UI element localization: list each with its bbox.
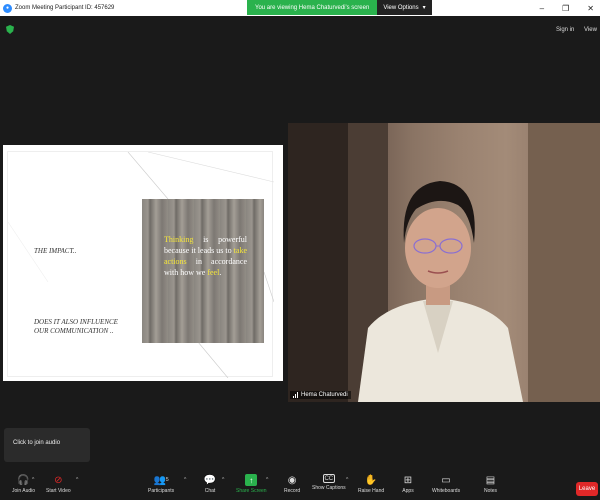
sign-in-link[interactable]: Sign in [556,27,574,33]
participants-label: Participants [148,488,175,494]
apps-button[interactable]: ⊞ Apps [402,474,414,495]
participant-video-frame [288,123,600,402]
signal-bars-icon [293,392,298,398]
show-captions-button[interactable]: CC Show Captions [312,474,346,491]
apps-label: Apps [402,488,414,494]
shared-screen: THE IMPACT.. DOES IT ALSO INFLUENCE OUR … [3,145,283,381]
captions-options-caret[interactable]: ^ [346,477,348,483]
notes-button[interactable]: ▤ Notes [484,474,498,495]
participants-options-caret[interactable]: ^ [184,477,186,483]
window-title: Zoom Meeting Participant ID: 457629 [15,5,115,11]
slide: THE IMPACT.. DOES IT ALSO INFLUENCE OUR … [7,151,274,378]
whiteboard-icon: ▭ [441,474,451,486]
record-button[interactable]: ◉ Record [284,474,301,495]
meeting-topbar: Sign in View [0,16,600,44]
close-icon[interactable]: ✕ [587,4,594,13]
participants-icon: 👥 5 [153,474,169,486]
participant-video[interactable] [288,123,600,402]
quote-word-thinking: Thinking [164,235,194,244]
viewing-screen-text: You are viewing Hema Chaturvedi's screen [247,0,378,15]
start-video-label: Start Video [46,488,71,494]
meeting-toolbar: 🎧 Join Audio ^ ⊘ Start Video ^ 👥 5 Partic… [0,470,600,500]
window-controls: – ❐ ✕ [540,0,594,16]
chat-label: Chat [204,488,216,494]
participant-name-label: Hema Chaturvedi [290,391,351,399]
leave-button[interactable]: Leave [576,482,598,496]
share-screen-label: Share Screen [236,488,267,494]
share-screen-icon: ↑ [245,474,258,486]
influence-line-1: DOES IT ALSO INFLUENCE [34,318,118,326]
view-options-label: View Options [383,4,419,11]
record-icon: ◉ [287,474,297,486]
show-captions-label: Show Captions [312,485,346,491]
join-audio-tooltip: Click to join audio [4,428,90,462]
share-options-caret[interactable]: ^ [266,477,268,483]
shield-icon[interactable] [6,25,14,34]
participants-button[interactable]: 👥 5 Participants [148,474,175,495]
participants-count: 5 [165,477,169,483]
share-screen-button[interactable]: ↑ Share Screen [236,474,267,494]
tooltip-text: Click to join audio [13,440,61,446]
whiteboards-label: Whiteboards [432,488,461,494]
start-video-button[interactable]: ⊘ Start Video [46,474,71,495]
view-button[interactable]: View [584,27,597,33]
minimize-icon[interactable]: – [540,4,544,13]
influence-line-2: OUR COMMUNICATION .. [34,327,114,335]
raise-hand-label: Raise Hand [358,488,385,494]
raise-hand-icon: ✋ [364,474,378,486]
chevron-down-icon: ▾ [422,5,426,11]
chat-icon: 💬 [203,474,217,486]
notes-label: Notes [484,488,498,494]
headphones-icon: 🎧 [17,474,30,486]
slide-influence-text: DOES IT ALSO INFLUENCE OUR COMMUNICATION… [34,318,134,336]
audio-options-caret[interactable]: ^ [32,477,34,483]
view-options-button[interactable]: View Options ▾ [377,0,432,15]
slide-quote: Thinking is powerful because it leads us… [164,234,247,278]
raise-hand-button[interactable]: ✋ Raise Hand [358,474,385,495]
captions-icon: CC [322,474,335,483]
zoom-logo-icon: ● [3,3,12,13]
video-off-icon: ⊘ [54,474,63,486]
maximize-icon[interactable]: ❐ [562,4,569,13]
participant-name: Hema Chaturvedi [301,392,348,398]
quote-word-feel: feel [207,268,220,277]
apps-icon: ⊞ [403,474,413,486]
whiteboards-button[interactable]: ▭ Whiteboards [432,474,461,495]
video-options-caret[interactable]: ^ [76,477,78,483]
join-audio-label: Join Audio [12,488,36,494]
chat-options-caret[interactable]: ^ [222,477,224,483]
chat-button[interactable]: 💬 Chat [203,474,217,495]
notes-icon: ▤ [485,474,496,486]
slide-impact-text: THE IMPACT.. [34,247,77,255]
record-label: Record [284,488,301,494]
quote-text-3: . [219,268,222,277]
screen-share-banner: You are viewing Hema Chaturvedi's screen… [247,0,432,15]
